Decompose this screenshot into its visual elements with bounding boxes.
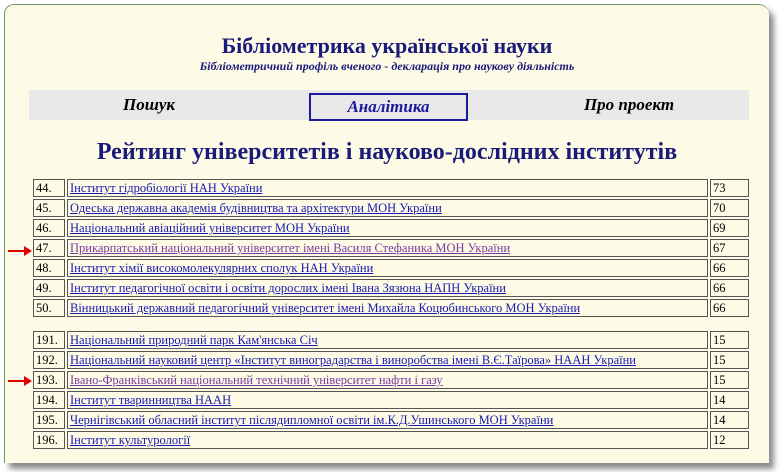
table-row: 49. Інститут педагогічної освіти і освіти…	[33, 279, 749, 297]
rank-cell: 47.	[33, 239, 65, 257]
rank-cell: 48.	[33, 259, 65, 277]
institution-cell: Інститут тваринництва НААН	[67, 391, 708, 409]
institution-cell: Інститут педагогічної освіти і освіти до…	[67, 279, 708, 297]
score-cell: 66	[710, 279, 749, 297]
institution-cell: Національний науковий центр «Інститут ви…	[67, 351, 708, 369]
table-row: 45. Одеська державна академія будівництва…	[33, 199, 749, 217]
score-cell: 66	[710, 259, 749, 277]
institution-link[interactable]: Вінницький державний педагогічний універ…	[70, 301, 580, 315]
institution-link[interactable]: Національний науковий центр «Інститут ви…	[70, 353, 636, 367]
rank-cell: 49.	[33, 279, 65, 297]
page-frame: Бібліометрика української науки Бібліоме…	[4, 4, 769, 463]
table-row: 196. Інститут культурології 12	[33, 431, 749, 449]
score-cell: 14	[710, 391, 749, 409]
arrow-right-icon	[8, 376, 32, 386]
rank-cell: 194.	[33, 391, 65, 409]
institution-cell: Чернігівський обласний інститут післядип…	[67, 411, 708, 429]
institution-cell: Прикарпатський національний університет …	[67, 239, 708, 257]
nav-bar: Пошук Аналітика Про проект	[29, 90, 749, 121]
rank-cell: 193.	[33, 371, 65, 389]
table-row: 50. Вінницький державний педагогічний уні…	[33, 299, 749, 317]
institution-cell: Національний авіаційний університет МОН …	[67, 219, 708, 237]
table-row: 44. Інститут гідробіології НАН України 73	[33, 179, 749, 197]
table-row: 192. Національний науковий центр «Інститу…	[33, 351, 749, 369]
score-cell: 66	[710, 299, 749, 317]
table-row: 47. Прикарпатський національний університ…	[33, 239, 749, 257]
institution-link[interactable]: Інститут культурології	[70, 433, 190, 447]
institution-link[interactable]: Прикарпатський національний університет …	[70, 241, 510, 255]
rank-cell: 45.	[33, 199, 65, 217]
score-cell: 70	[710, 199, 749, 217]
institution-cell: Національний природний парк Кам'янська С…	[67, 331, 708, 349]
rank-cell: 50.	[33, 299, 65, 317]
table-row: 191. Національний природний парк Кам'янсь…	[33, 331, 749, 349]
score-cell: 12	[710, 431, 749, 449]
institution-cell: Інститут гідробіології НАН України	[67, 179, 708, 197]
score-cell: 15	[710, 331, 749, 349]
score-cell: 69	[710, 219, 749, 237]
rank-cell: 191.	[33, 331, 65, 349]
score-cell: 67	[710, 239, 749, 257]
institution-cell: Інститут культурології	[67, 431, 708, 449]
score-cell: 14	[710, 411, 749, 429]
table-row: 46. Національний авіаційний університет М…	[33, 219, 749, 237]
section-title: Рейтинг університетів і науково-дослідни…	[96, 139, 678, 165]
institution-link[interactable]: Інститут хімії високомолекулярних сполук…	[70, 261, 373, 275]
rank-cell: 196.	[33, 431, 65, 449]
institution-link[interactable]: Інститут тваринництва НААН	[70, 393, 231, 407]
table-row: 195. Чернігівський обласний інститут післ…	[33, 411, 749, 429]
ranking-table-top: 44. Інститут гідробіології НАН України 73 4…	[31, 177, 751, 319]
table-row: 48. Інститут хімії високомолекулярних спо…	[33, 259, 749, 277]
arrow-right-icon	[8, 246, 32, 256]
table-row: 194. Інститут тваринництва НААН 14	[33, 391, 749, 409]
institution-link[interactable]: Інститут гідробіології НАН України	[70, 181, 262, 195]
institution-cell: Вінницький державний педагогічний універ…	[67, 299, 708, 317]
institution-link[interactable]: Одеська державна академія будівництва та…	[70, 201, 442, 215]
institution-link[interactable]: Національний авіаційний університет МОН …	[70, 221, 350, 235]
site-title: Бібліометрика української науки	[221, 33, 553, 58]
institution-cell: Одеська державна академія будівництва та…	[67, 199, 708, 217]
nav-search-tab[interactable]: Пошук	[69, 90, 229, 120]
institution-link[interactable]: Івано-Франківський національний технічни…	[70, 373, 443, 387]
rank-cell: 192.	[33, 351, 65, 369]
rank-cell: 46.	[33, 219, 65, 237]
score-cell: 15	[710, 351, 749, 369]
score-cell: 15	[710, 371, 749, 389]
ranking-table-bottom: 191. Національний природний парк Кам'янсь…	[31, 329, 751, 451]
score-cell: 73	[710, 179, 749, 197]
table-row: 193. Івано-Франківський національний техн…	[33, 371, 749, 389]
institution-link[interactable]: Чернігівський обласний інститут післядип…	[70, 413, 553, 427]
institution-link[interactable]: Національний природний парк Кам'янська С…	[70, 333, 318, 347]
institution-cell: Інститут хімії високомолекулярних сполук…	[67, 259, 708, 277]
nav-analytics-tab[interactable]: Аналітика	[309, 93, 468, 121]
institution-cell: Івано-Франківський національний технічни…	[67, 371, 708, 389]
institution-link[interactable]: Інститут педагогічної освіти і освіти до…	[70, 281, 506, 295]
site-subtitle: Бібліометричний профіль вченого - деклар…	[199, 59, 575, 73]
nav-about-tab[interactable]: Про проект	[549, 90, 709, 120]
rank-cell: 44.	[33, 179, 65, 197]
rank-cell: 195.	[33, 411, 65, 429]
